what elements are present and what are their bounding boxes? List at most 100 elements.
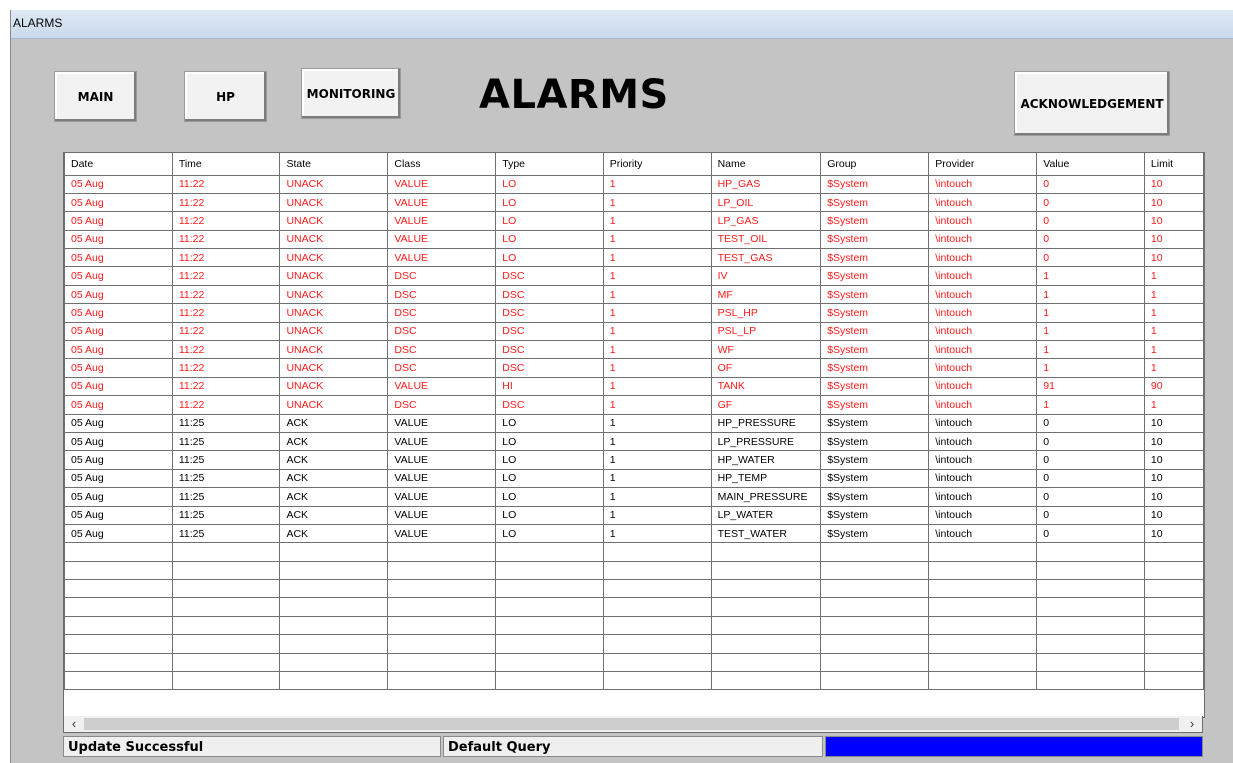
empty-cell xyxy=(171,542,281,562)
table-row[interactable]: 05 Aug 11:25 ACK VALUE LO 1 TEST_WATER $System \… xyxy=(64,523,1204,544)
alarms-window: ALARMS MAIN HP MONITORING ALARMS ACKNOWL… xyxy=(10,10,1233,763)
cell-type: HI xyxy=(495,376,604,397)
cell-class: VALUE xyxy=(387,487,497,507)
empty-cell xyxy=(928,542,1038,562)
column-header-limit[interactable]: Limit xyxy=(1143,153,1204,176)
empty-cell xyxy=(602,671,712,691)
cell-class: VALUE xyxy=(387,229,497,250)
horizontal-scrollbar[interactable]: ‹ › xyxy=(63,716,1203,733)
scroll-right-icon[interactable]: › xyxy=(1183,716,1201,732)
table-row[interactable]: 05 Aug 11:22 UNACK VALUE LO 1 LP_OIL $System \in… xyxy=(64,192,1204,213)
cell-date: 05 Aug xyxy=(64,266,173,286)
table-row[interactable]: 05 Aug 11:22 UNACK VALUE LO 1 TEST_GAS $System \… xyxy=(64,248,1204,268)
column-header-value[interactable]: Value xyxy=(1036,153,1145,176)
table-row[interactable]: 05 Aug 11:22 UNACK DSC DSC 1 WF $System \intouch… xyxy=(64,340,1204,360)
cell-name: LP_OIL xyxy=(710,192,822,213)
empty-cell xyxy=(1036,542,1145,562)
empty-row xyxy=(64,671,1204,691)
cell-name: TANK xyxy=(710,376,822,397)
empty-cell xyxy=(495,634,604,654)
cell-group: $System xyxy=(820,358,930,378)
scroll-thumb[interactable] xyxy=(84,718,1179,730)
empty-cell xyxy=(820,634,930,654)
cell-state: UNACK xyxy=(279,321,389,342)
empty-cell xyxy=(495,597,604,617)
table-row[interactable]: 05 Aug 11:22 UNACK DSC DSC 1 GF $System \intouch… xyxy=(64,395,1204,415)
table-row[interactable]: 05 Aug 11:25 ACK VALUE LO 1 LP_PRESSURE $System… xyxy=(64,431,1204,452)
cell-priority: 1 xyxy=(602,468,712,489)
empty-cell xyxy=(602,652,712,673)
table-row[interactable]: 05 Aug 11:22 UNACK VALUE LO 1 TEST_OIL $System \… xyxy=(64,229,1204,250)
cell-provider: \intouch xyxy=(928,413,1038,433)
table-row[interactable]: 05 Aug 11:22 UNACK DSC DSC 1 PSL_LP $System \int… xyxy=(64,321,1204,342)
column-header-group[interactable]: Group xyxy=(820,153,930,176)
cell-group: $System xyxy=(820,487,930,507)
empty-cell xyxy=(1143,652,1204,673)
monitoring-button[interactable]: MONITORING xyxy=(301,68,401,119)
cell-value: 0 xyxy=(1036,248,1145,268)
empty-cell xyxy=(171,652,281,673)
empty-cell xyxy=(279,579,389,599)
cell-date: 05 Aug xyxy=(64,431,173,452)
column-header-name[interactable]: Name xyxy=(710,153,822,176)
table-header-row: Date Time State Class Type Priority Name Group P… xyxy=(64,153,1204,176)
column-header-priority[interactable]: Priority xyxy=(602,153,712,176)
empty-cell xyxy=(1036,579,1145,599)
column-header-time[interactable]: Time xyxy=(171,153,281,176)
empty-cell xyxy=(820,560,930,581)
empty-cell xyxy=(602,597,712,617)
cell-state: ACK xyxy=(279,487,389,507)
cell-class: DSC xyxy=(387,266,497,286)
cell-state: ACK xyxy=(279,413,389,433)
table-row[interactable]: 05 Aug 11:25 ACK VALUE LO 1 HP_WATER $System \in… xyxy=(64,450,1204,470)
scroll-left-icon[interactable]: ‹ xyxy=(65,716,83,732)
table-row[interactable]: 05 Aug 11:22 UNACK DSC DSC 1 PSL_HP $System \int… xyxy=(64,303,1204,323)
cell-priority: 1 xyxy=(602,376,712,397)
cell-value: 0 xyxy=(1036,431,1145,452)
empty-cell xyxy=(495,671,604,691)
empty-cell xyxy=(928,652,1038,673)
table-row[interactable]: 05 Aug 11:22 UNACK DSC DSC 1 IV $System \intouch… xyxy=(64,266,1204,286)
empty-cell xyxy=(64,579,173,599)
cell-time: 11:25 xyxy=(171,505,281,525)
cell-group: $System xyxy=(820,174,930,194)
cell-limit: 1 xyxy=(1143,284,1204,305)
empty-cell xyxy=(602,560,712,581)
empty-cell xyxy=(495,579,604,599)
cell-value: 0 xyxy=(1036,211,1145,231)
table-row[interactable]: 05 Aug 11:22 UNACK DSC DSC 1 OF $System \intouch… xyxy=(64,358,1204,378)
alarm-grid[interactable]: Date Time State Class Type Priority Name Group P… xyxy=(63,152,1205,718)
column-header-type[interactable]: Type xyxy=(495,153,604,176)
cell-class: VALUE xyxy=(387,248,497,268)
cell-limit: 1 xyxy=(1143,303,1204,323)
cell-name: TEST_WATER xyxy=(710,523,822,544)
table-row[interactable]: 05 Aug 11:25 ACK VALUE LO 1 LP_WATER $System \in… xyxy=(64,505,1204,525)
cell-provider: \intouch xyxy=(928,376,1038,397)
cell-priority: 1 xyxy=(602,321,712,342)
empty-cell xyxy=(64,652,173,673)
hp-button[interactable]: HP xyxy=(184,71,267,122)
table-row[interactable]: 05 Aug 11:22 UNACK VALUE LO 1 HP_GAS $System \in… xyxy=(64,174,1204,194)
table-row[interactable]: 05 Aug 11:22 UNACK VALUE HI 1 TANK $System \into… xyxy=(64,376,1204,397)
cell-provider: \intouch xyxy=(928,284,1038,305)
column-header-provider[interactable]: Provider xyxy=(928,153,1038,176)
cell-provider: \intouch xyxy=(928,211,1038,231)
empty-cell xyxy=(495,560,604,581)
table-row[interactable]: 05 Aug 11:25 ACK VALUE LO 1 HP_PRESSURE $System… xyxy=(64,413,1204,433)
cell-type: DSC xyxy=(495,303,604,323)
empty-cell xyxy=(1036,597,1145,617)
cell-date: 05 Aug xyxy=(64,229,173,250)
column-header-date[interactable]: Date xyxy=(64,153,173,176)
cell-date: 05 Aug xyxy=(64,413,173,433)
column-header-class[interactable]: Class xyxy=(387,153,497,176)
cell-time: 11:25 xyxy=(171,523,281,544)
table-row[interactable]: 05 Aug 11:22 UNACK VALUE LO 1 LP_GAS $System \in… xyxy=(64,211,1204,231)
table-row[interactable]: 05 Aug 11:22 UNACK DSC DSC 1 MF $System \intouch… xyxy=(64,284,1204,305)
table-row[interactable]: 05 Aug 11:25 ACK VALUE LO 1 MAIN_PRESSURE $Syst… xyxy=(64,487,1204,507)
acknowledgement-button[interactable]: ACKNOWLEDGEMENT xyxy=(1014,71,1170,136)
column-header-state[interactable]: State xyxy=(279,153,389,176)
table-row[interactable]: 05 Aug 11:25 ACK VALUE LO 1 HP_TEMP $System \int… xyxy=(64,468,1204,489)
cell-name: HP_GAS xyxy=(710,174,822,194)
cell-date: 05 Aug xyxy=(64,523,173,544)
main-button[interactable]: MAIN xyxy=(54,71,137,122)
